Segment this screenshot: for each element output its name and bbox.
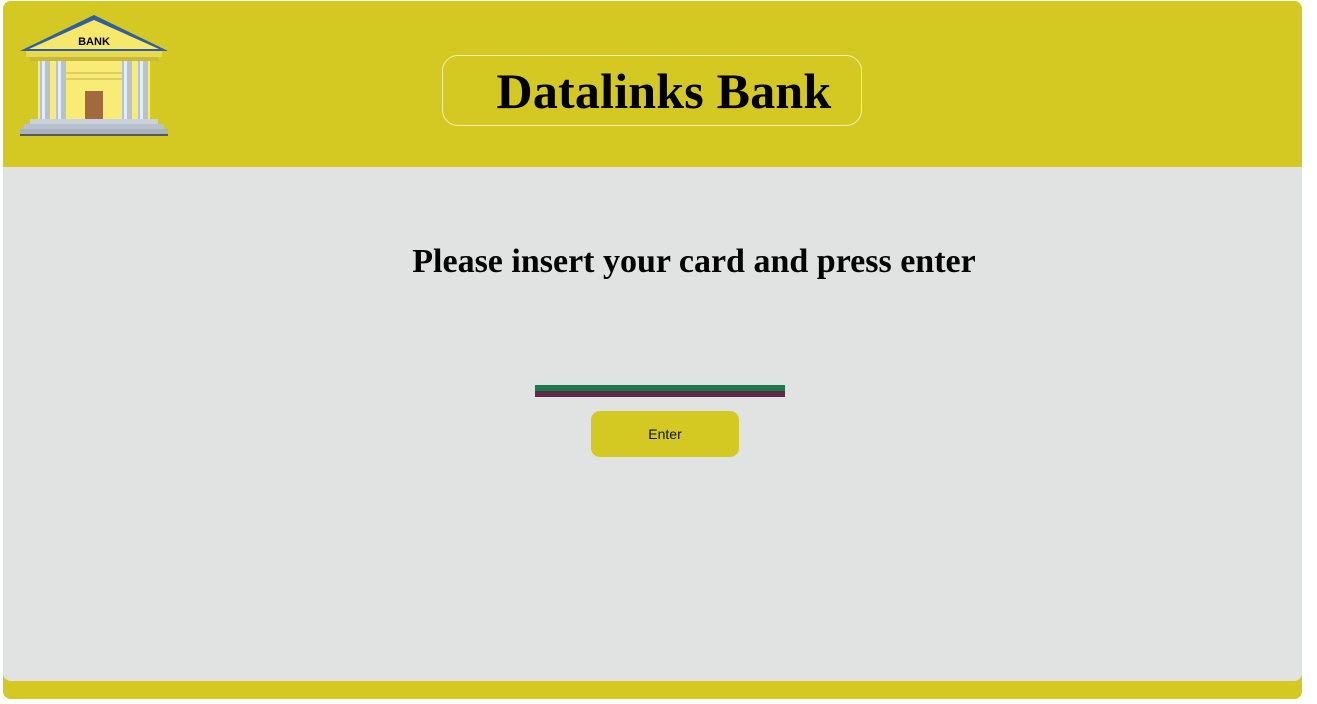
atm-window: BANK Datalinks Bank Please insert your c… — [3, 1, 1302, 699]
insert-card-prompt: Please insert your card and press enter — [412, 243, 976, 280]
bank-title-box: Datalinks Bank — [442, 55, 862, 126]
header: BANK Datalinks Bank — [3, 1, 1302, 167]
footer-band — [3, 681, 1302, 699]
bank-title: Datalinks Bank — [496, 62, 832, 119]
bank-building-icon: BANK — [20, 15, 168, 136]
card-slot — [535, 385, 785, 397]
logo-sign-text: BANK — [78, 36, 110, 48]
enter-button[interactable]: Enter — [591, 411, 739, 457]
main-panel: Please insert your card and press enter … — [3, 167, 1302, 681]
card-slot-bottom-stripe — [535, 391, 785, 397]
